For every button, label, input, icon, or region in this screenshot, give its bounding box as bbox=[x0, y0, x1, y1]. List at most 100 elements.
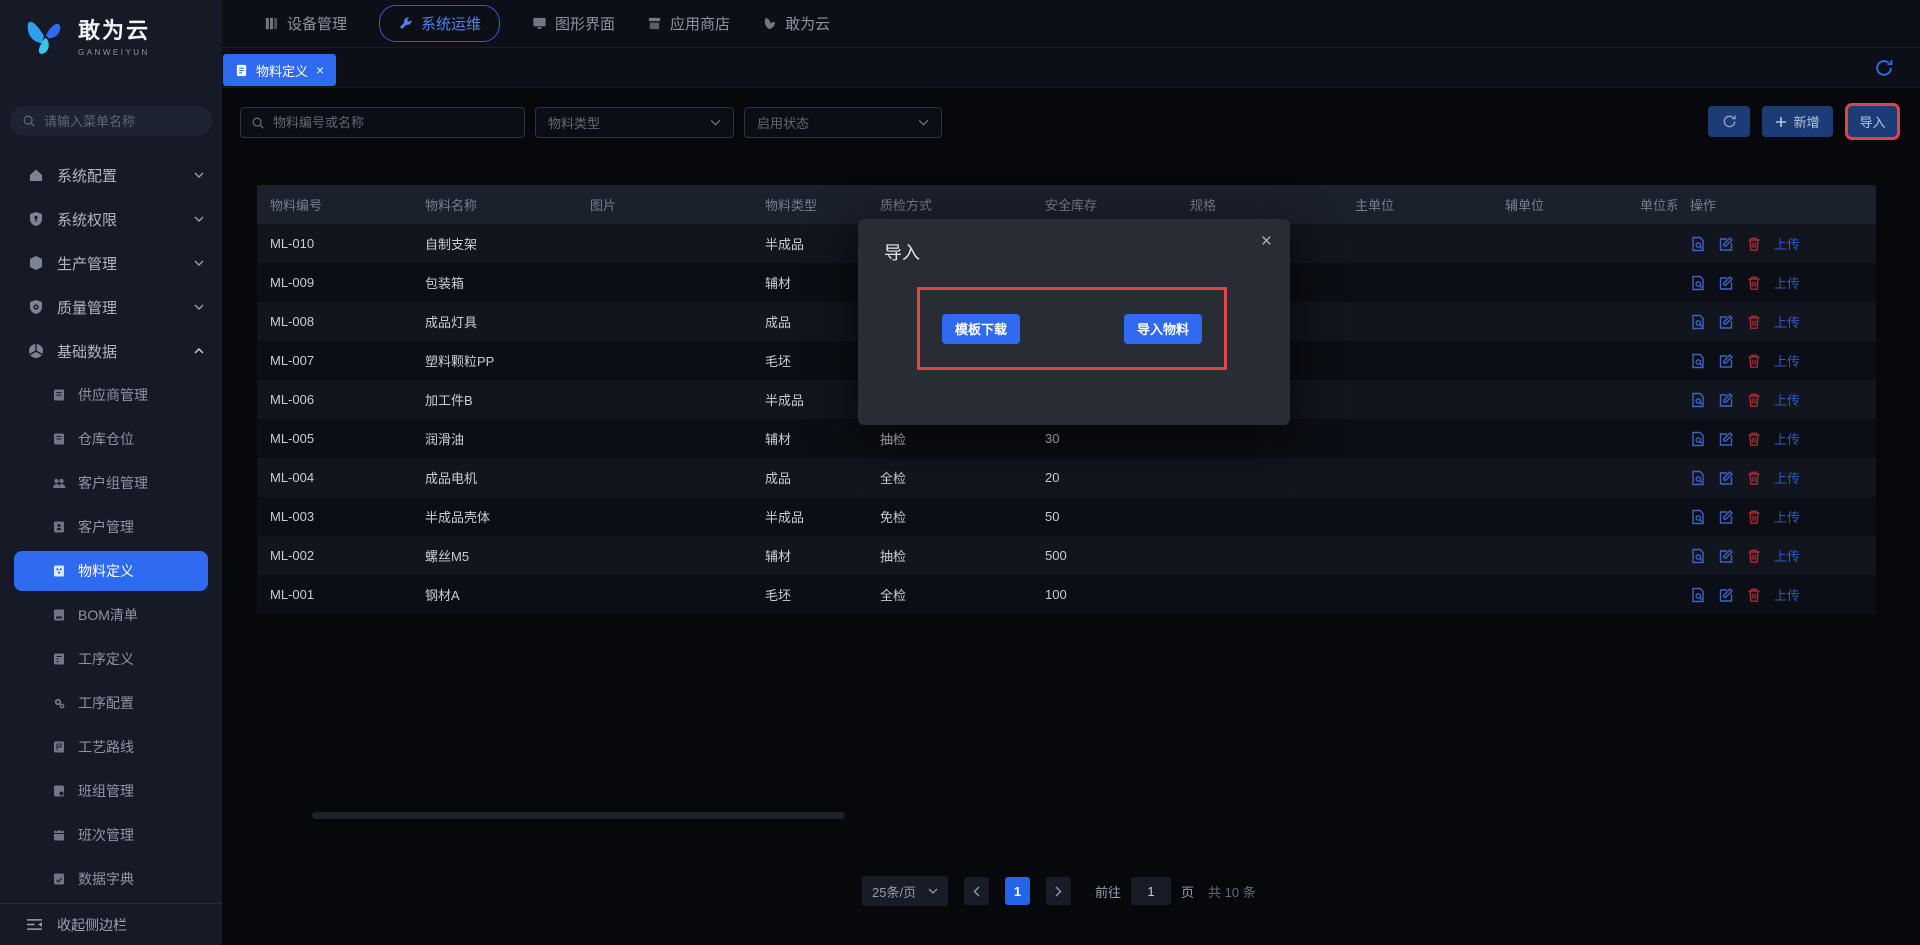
import-material-button[interactable]: 导入物料 bbox=[1123, 313, 1202, 344]
cell-actions: 上传 bbox=[1677, 507, 1876, 526]
nav-app-store[interactable]: 应用商店 bbox=[647, 13, 730, 34]
cell-type: 成品 bbox=[765, 315, 792, 330]
sidebar-group-system-config[interactable]: 系统配置 bbox=[0, 153, 222, 197]
view-detail-icon[interactable] bbox=[1690, 431, 1706, 447]
tab-material-definition[interactable]: 物料定义 × bbox=[223, 54, 337, 86]
edit-icon[interactable] bbox=[1718, 431, 1734, 447]
sidebar-item-shift-management[interactable]: 班次管理 bbox=[0, 813, 222, 857]
delete-icon[interactable] bbox=[1746, 431, 1762, 447]
upload-link[interactable]: 上传 bbox=[1774, 273, 1800, 292]
sidebar-group-base-data[interactable]: 基础数据 bbox=[0, 329, 222, 373]
material-type-select[interactable]: 物料类型 bbox=[535, 107, 734, 138]
delete-icon[interactable] bbox=[1746, 587, 1762, 603]
sidebar-group-system-permission[interactable]: 系统权限 bbox=[0, 197, 222, 241]
table-row[interactable]: ML-003 半成品壳体 半成品 免检 50 上传 bbox=[257, 497, 1876, 536]
upload-link[interactable]: 上传 bbox=[1774, 585, 1800, 604]
table-row[interactable]: ML-002 螺丝M5 辅材 抽检 500 上传 bbox=[257, 536, 1876, 575]
chevron-down-icon bbox=[194, 260, 204, 266]
delete-icon[interactable] bbox=[1746, 314, 1762, 330]
sidebar-group-quality[interactable]: 质量管理 bbox=[0, 285, 222, 329]
upload-link[interactable]: 上传 bbox=[1774, 507, 1800, 526]
edit-icon[interactable] bbox=[1718, 275, 1734, 291]
edit-icon[interactable] bbox=[1718, 314, 1734, 330]
delete-icon[interactable] bbox=[1746, 509, 1762, 525]
menu-search-input[interactable] bbox=[44, 113, 194, 129]
upload-link[interactable]: 上传 bbox=[1774, 351, 1800, 370]
edit-icon[interactable] bbox=[1718, 509, 1734, 525]
material-search-box[interactable] bbox=[240, 107, 525, 138]
cell-actions: 上传 bbox=[1677, 312, 1876, 331]
prev-page-button[interactable] bbox=[964, 877, 989, 905]
nav-graphic-ui[interactable]: 图形界面 bbox=[532, 13, 615, 34]
upload-link[interactable]: 上传 bbox=[1774, 546, 1800, 565]
upload-link[interactable]: 上传 bbox=[1774, 312, 1800, 331]
enable-status-select[interactable]: 启用状态 bbox=[744, 107, 942, 138]
sidebar-group-label: 基础数据 bbox=[57, 343, 118, 361]
col-type: 物料类型 bbox=[765, 198, 818, 213]
goto-page-input[interactable] bbox=[1131, 877, 1172, 905]
cell-type: 辅材 bbox=[765, 549, 792, 564]
sidebar-item-process-route[interactable]: 工艺路线 bbox=[0, 725, 222, 769]
sidebar-item-warehouse[interactable]: 仓库仓位 bbox=[0, 417, 222, 461]
edit-icon[interactable] bbox=[1718, 353, 1734, 369]
sidebar-item-data-dictionary[interactable]: 数据字典 bbox=[0, 857, 222, 901]
sidebar-item-supplier[interactable]: 供应商管理 bbox=[0, 373, 222, 417]
sidebar-item-material-definition[interactable]: 物料定义 bbox=[14, 551, 208, 591]
sidebar-item-process-config[interactable]: 工序配置 bbox=[0, 681, 222, 725]
delete-icon[interactable] bbox=[1746, 548, 1762, 564]
sidebar: 敢为云 GANWEIYUN 系统配置 系统权限 生产管理 质量管理 bbox=[0, 0, 222, 945]
upload-link[interactable]: 上传 bbox=[1774, 429, 1800, 448]
page-number-1[interactable]: 1 bbox=[1005, 877, 1030, 905]
template-download-button[interactable]: 模板下载 bbox=[942, 313, 1021, 344]
nav-system-ops[interactable]: 系统运维 bbox=[379, 5, 501, 42]
view-detail-icon[interactable] bbox=[1690, 392, 1706, 408]
view-detail-icon[interactable] bbox=[1690, 275, 1706, 291]
next-page-button[interactable] bbox=[1046, 877, 1071, 905]
edit-icon[interactable] bbox=[1718, 587, 1734, 603]
view-detail-icon[interactable] bbox=[1690, 548, 1706, 564]
sidebar-item-customer-group[interactable]: 客户组管理 bbox=[0, 461, 222, 505]
view-detail-icon[interactable] bbox=[1690, 236, 1706, 252]
upload-link[interactable]: 上传 bbox=[1774, 468, 1800, 487]
delete-icon[interactable] bbox=[1746, 236, 1762, 252]
material-search-input[interactable] bbox=[273, 115, 503, 130]
delete-icon[interactable] bbox=[1746, 275, 1762, 291]
nav-equipment[interactable]: 设备管理 bbox=[264, 13, 347, 34]
sidebar-item-process-definition[interactable]: 工序定义 bbox=[0, 637, 222, 681]
view-detail-icon[interactable] bbox=[1690, 587, 1706, 603]
edit-icon[interactable] bbox=[1718, 236, 1734, 252]
view-detail-icon[interactable] bbox=[1690, 353, 1706, 369]
horizontal-scrollbar[interactable] bbox=[312, 812, 845, 819]
upload-link[interactable]: 上传 bbox=[1774, 234, 1800, 253]
edit-icon[interactable] bbox=[1718, 548, 1734, 564]
cell-code: ML-001 bbox=[270, 587, 315, 602]
table-row[interactable]: ML-001 钢材A 毛坯 全检 100 上传 bbox=[257, 575, 1876, 614]
table-row[interactable]: ML-004 成品电机 成品 全检 20 上传 bbox=[257, 458, 1876, 497]
sidebar-item-team-management[interactable]: 班组管理 bbox=[0, 769, 222, 813]
modal-close-icon[interactable]: × bbox=[1261, 231, 1272, 253]
cell-type: 辅材 bbox=[765, 276, 792, 291]
sidebar-item-label: 班组管理 bbox=[78, 783, 134, 799]
delete-icon[interactable] bbox=[1746, 392, 1762, 408]
page-refresh-icon[interactable] bbox=[1874, 58, 1894, 78]
menu-search[interactable] bbox=[10, 106, 212, 136]
tab-close-icon[interactable]: × bbox=[316, 62, 324, 78]
sidebar-item-customer[interactable]: 客户管理 bbox=[0, 505, 222, 549]
add-button[interactable]: 新增 bbox=[1762, 106, 1833, 137]
edit-icon[interactable] bbox=[1718, 470, 1734, 486]
sidebar-group-production[interactable]: 生产管理 bbox=[0, 241, 222, 285]
nav-ganweiyun[interactable]: 敢为云 bbox=[762, 13, 830, 34]
edit-icon[interactable] bbox=[1718, 392, 1734, 408]
delete-icon[interactable] bbox=[1746, 353, 1762, 369]
refresh-button[interactable] bbox=[1708, 106, 1750, 137]
page-size-select[interactable]: 25条/页 bbox=[862, 876, 948, 906]
upload-link[interactable]: 上传 bbox=[1774, 390, 1800, 409]
view-detail-icon[interactable] bbox=[1690, 509, 1706, 525]
sidebar-item-bom[interactable]: BOM清单 bbox=[0, 593, 222, 637]
view-detail-icon[interactable] bbox=[1690, 314, 1706, 330]
collapse-sidebar-button[interactable]: 收起侧边栏 bbox=[0, 904, 222, 945]
chevron-left-icon bbox=[973, 885, 980, 897]
delete-icon[interactable] bbox=[1746, 470, 1762, 486]
view-detail-icon[interactable] bbox=[1690, 470, 1706, 486]
import-button[interactable]: 导入 bbox=[1848, 106, 1897, 137]
